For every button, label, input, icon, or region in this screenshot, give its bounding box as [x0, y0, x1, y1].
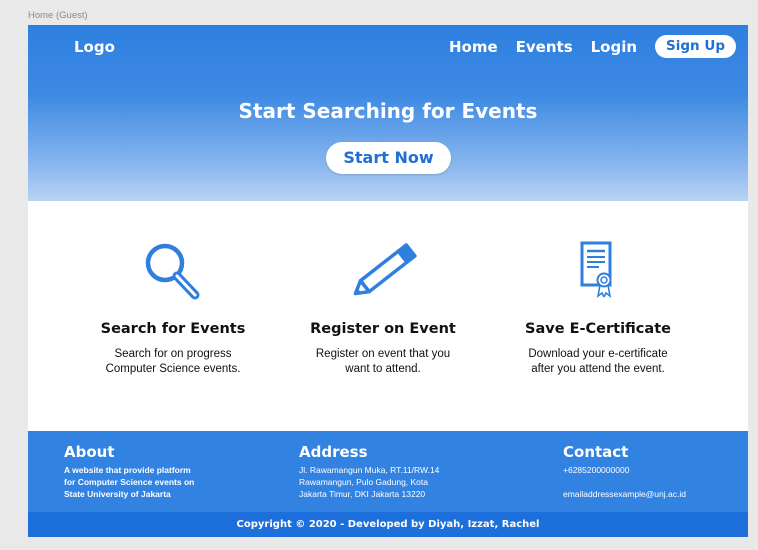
feature-title: Search for Events: [100, 321, 246, 337]
feature-description: Search for on progress Computer Science …: [105, 348, 241, 375]
footer-text: +6285200000000 emailaddressexample@unj.a…: [563, 464, 686, 500]
copyright-bar: Copyright © 2020 - Developed by Diyah, I…: [28, 512, 748, 537]
feature-title: Save E-Certificate: [525, 321, 671, 337]
feature-title: Register on Event: [310, 321, 456, 337]
pencil-icon: [353, 243, 417, 296]
nav-events-link[interactable]: Events: [516, 38, 573, 56]
signup-button[interactable]: Sign Up: [655, 35, 736, 58]
feature-description: Register on event that you want to atten…: [315, 348, 451, 375]
footer-text: Jl. Rawamangun Muka, RT.11/RW.14 Rawaman…: [299, 465, 440, 499]
footer: About A website that provide platform fo…: [28, 431, 748, 512]
nav-login-link[interactable]: Login: [591, 38, 637, 56]
footer-text: A website that provide platform for Comp…: [64, 465, 195, 499]
hero-section: Logo Home Events Login Sign Up Start Sea…: [28, 25, 748, 201]
nav-home-link[interactable]: Home: [449, 38, 498, 56]
hero-title: Start Searching for Events: [238, 99, 538, 123]
footer-contact: Contact +6285200000000 emailaddressexamp…: [563, 443, 686, 500]
certificate-icon: [580, 241, 612, 298]
page-frame: Logo Home Events Login Sign Up Start Sea…: [28, 25, 748, 537]
footer-heading: About: [64, 443, 115, 461]
contact-phone: +6285200000000: [563, 465, 630, 475]
logo[interactable]: Logo: [74, 38, 115, 56]
frame-label: Home (Guest): [28, 10, 88, 21]
feature-certificate: Save E-Certificate Download your e-certi…: [498, 235, 698, 377]
footer-heading: Contact: [563, 443, 629, 461]
feature-register: Register on Event Register on event that…: [283, 235, 483, 377]
contact-email[interactable]: emailaddressexample@unj.ac.id: [563, 488, 686, 500]
feature-description: Download your e-certificate after you at…: [528, 348, 668, 375]
start-now-button[interactable]: Start Now: [326, 142, 451, 174]
top-nav: Home Events Login Sign Up: [449, 35, 736, 58]
magnifier-icon: [145, 243, 200, 300]
feature-search: Search for Events Search for on progress…: [73, 235, 273, 377]
footer-address: Address Jl. Rawamangun Muka, RT.11/RW.14…: [299, 443, 439, 500]
footer-heading: Address: [299, 443, 368, 461]
footer-about: About A website that provide platform fo…: [64, 443, 194, 500]
